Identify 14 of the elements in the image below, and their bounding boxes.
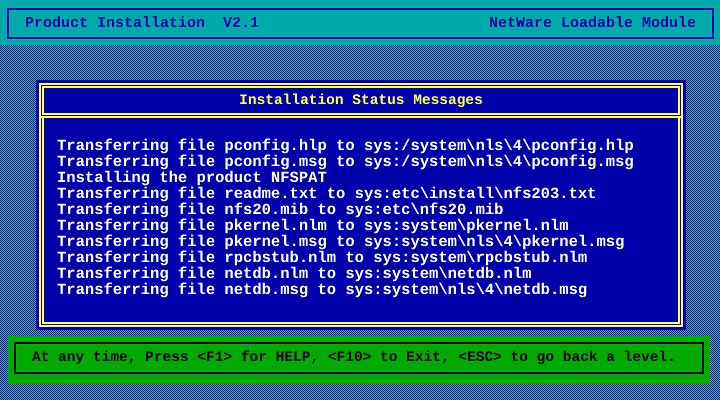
status-message: Transferring file pconfig.hlp to sys:/system\nls\4\pconfig.hlp xyxy=(57,138,635,154)
status-message: Transferring file pkernel.msg to sys:system\nls\4\pkernel.msg xyxy=(57,234,626,250)
status-message: Transferring file rpcbstub.nlm to sys:system\rpcbstub.nlm xyxy=(57,250,588,266)
status-message: Transferring file pconfig.msg to sys:/system\nls\4\pconfig.msg xyxy=(57,154,635,170)
status-message: Transferring file pkernel.nlm to sys:system\pkernel.nlm xyxy=(57,218,569,234)
status-message: Transferring file netdb.nlm to sys:system\netdb.nlm xyxy=(57,266,532,282)
status-message: Transferring file nfs20.mib to sys:etc\nfs20.mib xyxy=(57,202,504,218)
status-message: Transferring file readme.txt to sys:etc\install\nfs203.txt xyxy=(57,186,598,202)
program-title: Product Installation V2.1 xyxy=(25,15,260,32)
module-type-label: NetWare Loadable Module xyxy=(488,15,696,32)
status-message: Installing the product NFSPAT xyxy=(57,170,328,186)
status-message: Transferring file netdb.msg to sys:system\nls\4\netdb.msg xyxy=(57,282,588,298)
dialog-title: Installation Status Messages xyxy=(239,92,483,108)
help-text: At any time, Press <F1> for HELP, <F10> to Exit, <ESC> to go back a level. xyxy=(32,350,676,366)
